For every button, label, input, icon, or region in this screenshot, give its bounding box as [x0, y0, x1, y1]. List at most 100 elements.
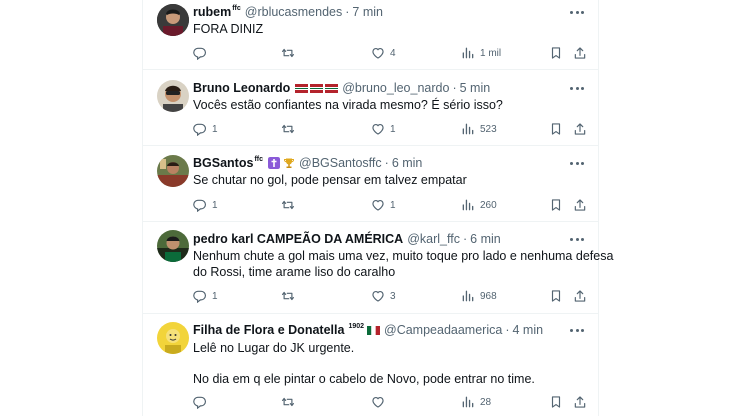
action-bar: 28: [193, 393, 588, 411]
cross-icon: [268, 157, 280, 169]
like-button[interactable]: 3: [371, 287, 396, 305]
views-button[interactable]: 968: [461, 287, 497, 305]
like-button[interactable]: 1: [371, 196, 396, 214]
reply-count: 1: [212, 123, 218, 135]
name-superscript: ffc: [232, 4, 241, 12]
tweet-text: Se chutar no gol, pode pensar em talvez …: [193, 173, 467, 187]
action-bar: 1 3 968: [193, 287, 588, 305]
more-icon[interactable]: [570, 79, 584, 97]
separator: ·: [345, 5, 350, 19]
display-name[interactable]: rubem: [193, 5, 231, 19]
retweet-icon: [281, 397, 295, 407]
avatar[interactable]: [157, 4, 189, 36]
view-count: 523: [480, 123, 497, 135]
timestamp[interactable]: 5 min: [460, 81, 491, 95]
separator: ·: [452, 81, 457, 95]
retweet-button[interactable]: [281, 44, 300, 62]
reply-button[interactable]: [193, 393, 212, 411]
more-icon[interactable]: [570, 3, 584, 21]
like-count: 3: [390, 290, 396, 302]
flag-icon: [295, 83, 309, 93]
avatar[interactable]: [157, 155, 189, 187]
tweet-text: Lelê no Lugar do JK urgente. No dia em q…: [193, 340, 582, 387]
like-count: 1: [390, 199, 396, 211]
bookmark-button[interactable]: [549, 120, 568, 138]
tweet-text: Vocês estão confiantes na virada mesmo? …: [193, 98, 503, 112]
timestamp[interactable]: 4 min: [513, 323, 544, 337]
views-icon: [462, 396, 474, 408]
reply-icon: [193, 290, 207, 303]
like-icon: [372, 199, 384, 211]
more-icon[interactable]: [570, 321, 584, 339]
reply-icon: [193, 199, 207, 212]
bookmark-button[interactable]: [549, 287, 568, 305]
like-button[interactable]: [371, 393, 390, 411]
bookmark-button[interactable]: [549, 393, 568, 411]
bookmark-icon: [551, 47, 561, 59]
like-icon: [372, 123, 384, 135]
retweet-icon: [281, 200, 295, 210]
share-button[interactable]: [573, 393, 592, 411]
bookmark-icon: [551, 396, 561, 408]
views-button[interactable]: 260: [461, 196, 497, 214]
name-superscript: 1902: [348, 322, 365, 330]
like-button[interactable]: 1: [371, 120, 396, 138]
reply-button[interactable]: [193, 44, 212, 62]
username[interactable]: @karl_ffc: [407, 232, 460, 246]
username[interactable]: @rblucasmendes: [245, 5, 342, 19]
tweet[interactable]: pedro karl CAMPEÃO DA AMÉRICA @karl_ffc …: [143, 222, 614, 314]
reply-button[interactable]: 1: [193, 196, 218, 214]
username[interactable]: @bruno_leo_nardo: [342, 81, 449, 95]
bookmark-button[interactable]: [549, 44, 568, 62]
tweet-text-line: No dia em q ele pintar o cabelo de Novo,…: [193, 372, 535, 386]
more-icon[interactable]: [570, 154, 584, 172]
retweet-icon: [281, 124, 295, 134]
like-icon: [372, 47, 384, 59]
avatar[interactable]: [157, 80, 189, 112]
avatar[interactable]: [157, 230, 189, 262]
bookmark-icon: [551, 290, 561, 302]
retweet-button[interactable]: [281, 287, 300, 305]
flag-icon: [310, 83, 324, 93]
reply-button[interactable]: 1: [193, 287, 218, 305]
views-button[interactable]: 28: [461, 393, 491, 411]
views-button[interactable]: 523: [461, 120, 497, 138]
share-icon: [574, 396, 586, 408]
tweet[interactable]: rubem ffc @rblucasmendes · 7 min FORA DIN…: [143, 0, 598, 70]
tweet[interactable]: Filha de Flora e Donatella 1902 @Campead…: [143, 314, 598, 416]
bookmark-button[interactable]: [549, 196, 568, 214]
timestamp[interactable]: 7 min: [352, 5, 383, 19]
share-button[interactable]: [573, 120, 592, 138]
avatar[interactable]: [157, 322, 189, 354]
reply-icon: [193, 47, 207, 60]
username[interactable]: @BGSantosffc: [299, 156, 382, 170]
tweet-text-line: Nenhum chute a gol mais uma vez, muito t…: [193, 249, 614, 263]
display-name[interactable]: Filha de Flora e Donatella: [193, 323, 344, 337]
retweet-button[interactable]: [281, 196, 300, 214]
like-button[interactable]: 4: [371, 44, 396, 62]
display-name[interactable]: BGSantos: [193, 156, 253, 170]
display-name[interactable]: pedro karl CAMPEÃO DA AMÉRICA: [193, 232, 403, 246]
retweet-button[interactable]: [281, 393, 300, 411]
share-button[interactable]: [573, 196, 592, 214]
share-icon: [574, 199, 586, 211]
like-icon: [372, 396, 384, 408]
views-button[interactable]: 1 mil: [461, 44, 501, 62]
share-icon: [574, 290, 586, 302]
views-icon: [462, 199, 474, 211]
retweet-button[interactable]: [281, 120, 300, 138]
view-count: 1 mil: [480, 47, 502, 59]
timestamp[interactable]: 6 min: [392, 156, 423, 170]
username[interactable]: @Campeadaamerica: [384, 323, 502, 337]
tweet[interactable]: Bruno Leonardo @bruno_leo_nardo · 5 min …: [143, 70, 598, 146]
tweet[interactable]: BGSantos ffc @BGSantosffc · 6 min Se chut…: [143, 146, 598, 222]
trophy-icon: [284, 158, 294, 168]
share-button[interactable]: [573, 44, 592, 62]
more-icon[interactable]: [570, 230, 584, 248]
timestamp[interactable]: 6 min: [470, 232, 501, 246]
tweet-header: Filha de Flora e Donatella 1902 @Campead…: [193, 321, 590, 339]
share-button[interactable]: [573, 287, 592, 305]
display-name[interactable]: Bruno Leonardo: [193, 81, 290, 95]
reply-button[interactable]: 1: [193, 120, 218, 138]
